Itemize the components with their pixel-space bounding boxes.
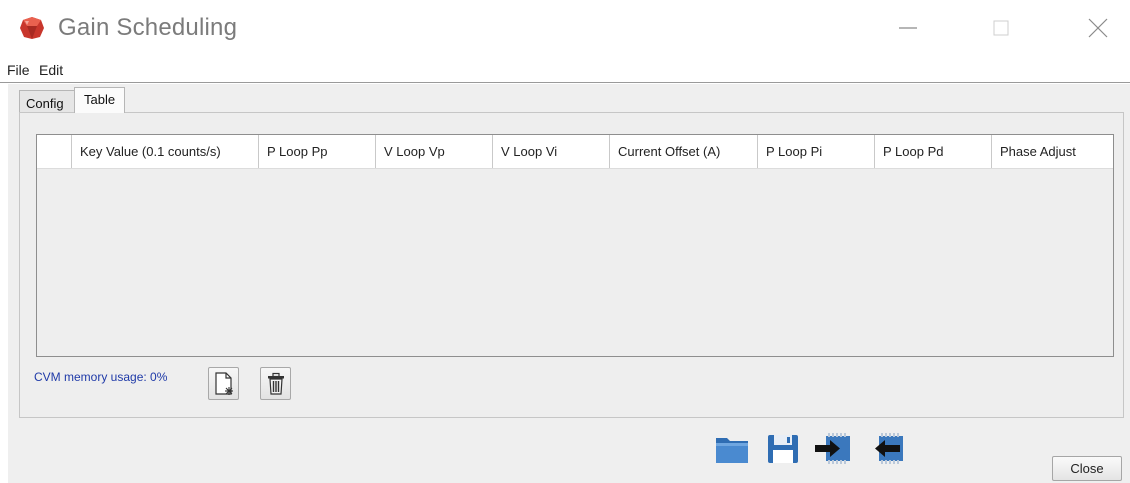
ruby-gem-icon: [20, 17, 44, 39]
close-icon: [1088, 18, 1108, 38]
minimize-button[interactable]: [878, 4, 938, 52]
column-header-key-value[interactable]: Key Value (0.1 counts/s): [72, 135, 259, 168]
maximize-icon: [993, 20, 1009, 36]
trash-icon: [267, 372, 284, 395]
save-icon: [768, 435, 798, 463]
save-file-button[interactable]: [765, 432, 801, 465]
gain-schedule-table[interactable]: Key Value (0.1 counts/s) P Loop Pp V Loo…: [36, 134, 1114, 357]
menu-file[interactable]: File: [7, 62, 30, 78]
window-title: Gain Scheduling: [58, 14, 238, 41]
column-header-p-loop-pi[interactable]: P Loop Pi: [758, 135, 875, 168]
window-close-button[interactable]: [1068, 4, 1128, 52]
content-area: Config Table Key Value (0.1 counts/s) P …: [8, 84, 1130, 483]
tab-config[interactable]: Config: [19, 90, 75, 112]
menu-edit[interactable]: Edit: [39, 62, 63, 78]
folder-icon: [716, 438, 748, 463]
upload-from-drive-button[interactable]: [867, 432, 903, 465]
close-button[interactable]: Close: [1052, 456, 1122, 481]
column-header-v-loop-vp[interactable]: V Loop Vp: [376, 135, 493, 168]
column-header-phase-adjust[interactable]: Phase Adjust: [992, 135, 1113, 168]
maximize-button[interactable]: [971, 4, 1031, 52]
column-header-row-index[interactable]: [37, 135, 72, 168]
download-to-drive-icon: [815, 433, 850, 464]
delete-row-button[interactable]: [260, 367, 291, 400]
column-header-current-offset[interactable]: Current Offset (A): [610, 135, 758, 168]
memory-usage-label: CVM memory usage: 0%: [34, 370, 168, 384]
table-tab-panel: Key Value (0.1 counts/s) P Loop Pp V Loo…: [19, 112, 1124, 418]
minimize-icon: [899, 27, 917, 29]
column-header-v-loop-vi[interactable]: V Loop Vi: [493, 135, 610, 168]
table-header: Key Value (0.1 counts/s) P Loop Pp V Loo…: [37, 135, 1113, 169]
open-file-button[interactable]: [714, 432, 750, 465]
tab-table[interactable]: Table: [74, 87, 125, 113]
upload-from-drive-icon: [875, 433, 903, 464]
column-header-p-loop-pd[interactable]: P Loop Pd: [875, 135, 992, 168]
menu-bar: File Edit: [0, 58, 1130, 83]
add-row-button[interactable]: [208, 367, 239, 400]
new-row-icon: [214, 371, 233, 395]
column-header-p-loop-pp[interactable]: P Loop Pp: [259, 135, 376, 168]
download-to-drive-button[interactable]: [814, 432, 850, 465]
title-bar: Gain Scheduling: [0, 0, 1130, 58]
table-body[interactable]: [37, 169, 1113, 356]
